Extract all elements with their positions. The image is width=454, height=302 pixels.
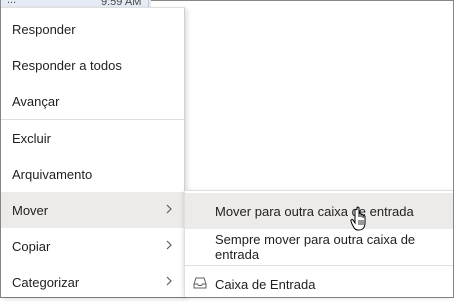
submenu-item-move-to-other-inbox[interactable]: Mover para outra caixa de entrada [185,193,453,229]
menu-item-responder-a-todos[interactable]: Responder a todos [1,47,184,83]
menu-item-categorizar[interactable]: Categorizar [1,264,184,300]
menu-item-avancar[interactable]: Avançar [1,83,184,119]
submenu-item-caixa-de-entrada[interactable]: Caixa de Entrada [185,266,453,302]
menu-item-copiar[interactable]: Copiar [1,228,184,264]
submenu-item-label: Mover para outra caixa de entrada [215,203,414,219]
menu-item-mover[interactable]: Mover [1,192,184,228]
menu-item-label: Arquivamento [12,166,93,182]
inbox-icon [193,277,207,289]
context-menu: Responder Responder a todos Avançar Excl… [1,7,185,297]
chevron-right-icon [166,276,172,286]
chevron-right-icon [166,240,172,250]
menu-item-responder[interactable]: Responder [1,11,184,47]
menu-item-label: Categorizar [12,274,80,290]
menu-item-label: Responder a todos [12,57,122,73]
menu-item-label: Copiar [12,238,51,254]
menu-item-label: Excluir [12,130,52,146]
menu-item-excluir[interactable]: Excluir [1,120,184,156]
menu-item-arquivamento[interactable]: Arquivamento [1,156,184,192]
hand-cursor-icon [350,206,366,231]
chevron-right-icon [166,204,172,214]
menu-item-label: Mover [12,202,49,218]
submenu-item-label: Caixa de Entrada [215,276,316,292]
more-icon[interactable]: ... [7,0,16,6]
submenu-item-label: Sempre mover para outra caixa de entrada [215,232,416,262]
menu-item-label: Avançar [12,93,60,109]
menu-item-label: Responder [12,21,76,37]
submenu-item-always-move-to-other-inbox[interactable]: Sempre mover para outra caixa de entrada [185,229,453,265]
move-submenu: Mover para outra caixa de entrada Sempre… [184,190,453,297]
